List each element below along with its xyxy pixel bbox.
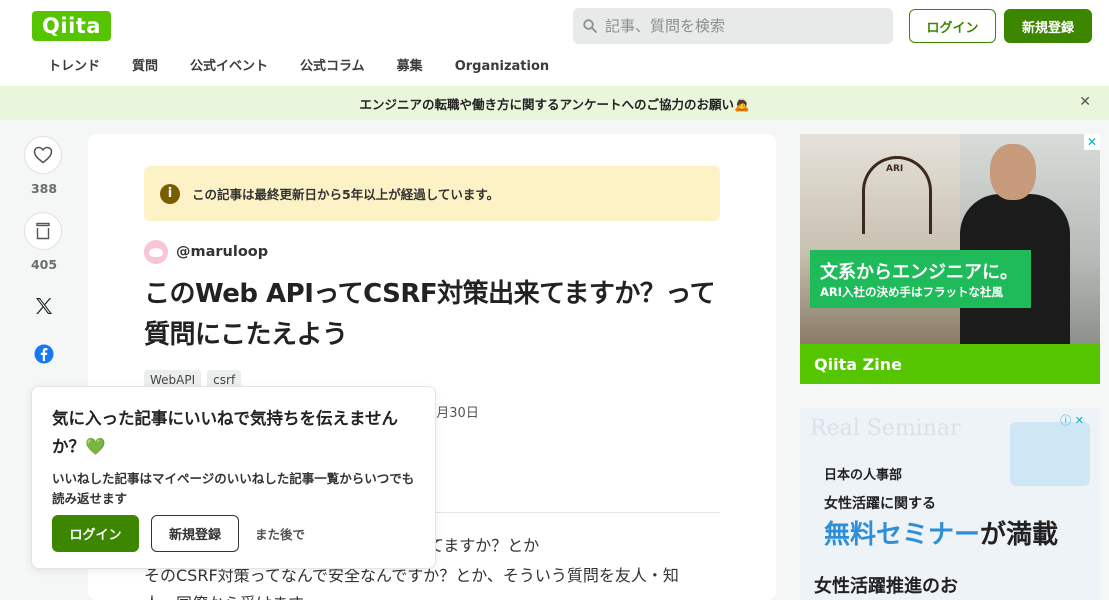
survey-banner[interactable]: エンジニアの転職や働き方に関するアンケートへのご協力のお願い🙇 ✕ — [0, 86, 1109, 120]
like-prompt-popup: 気に入った記事にいいねで気持ちを伝えませんか？💚 いいねした記事はマイページのい… — [31, 386, 436, 569]
stock-icon — [36, 222, 50, 240]
ad-subheadline: ARI入社の決め手はフラットな社風 — [820, 285, 1004, 299]
share-facebook-button[interactable] — [24, 334, 64, 374]
banner-text[interactable]: エンジニアの転職や働き方に関するアンケートへのご協力のお願い🙇 — [359, 94, 749, 113]
popup-title: 気に入った記事にいいねで気持ちを伝えませんか？💚 — [52, 409, 399, 456]
notice-text: この記事は最終更新日から5年以上が経過しています。 — [192, 187, 500, 202]
search-input[interactable] — [605, 17, 875, 35]
ad-headline: 文系からエンジニアに。 — [820, 262, 1018, 283]
article-title: このWeb APIってCSRF対策出来てますか？って質問にこたえよう — [144, 279, 716, 350]
nav-item-events[interactable]: 公式イベント — [174, 56, 284, 78]
ad-main-copy: 無料セミナーが満載 — [824, 514, 1058, 551]
stock-button[interactable] — [24, 212, 62, 250]
qiita-logo[interactable]: Qiita — [32, 11, 111, 41]
ad-info-icon[interactable]: ⓘ ✕ — [1060, 412, 1084, 428]
nav-item-questions[interactable]: 質問 — [116, 56, 174, 78]
article-actions: 388 405 — [24, 136, 64, 374]
body-text-line: てますか？とか — [428, 536, 540, 555]
info-icon: i — [160, 183, 180, 204]
popup-signup-button[interactable]: 新規登録 — [151, 515, 239, 552]
ad-headline: 女性活躍に関する — [824, 496, 936, 512]
signup-button[interactable]: 新規登録 — [1004, 9, 1092, 43]
global-nav: トレンド 質問 公式イベント 公式コラム 募集 Organization — [32, 56, 565, 78]
nav-item-organization[interactable]: Organization — [439, 56, 565, 78]
search-box[interactable] — [573, 8, 893, 44]
ad-main-copy-tail: が満載 — [980, 520, 1059, 550]
stock-count: 405 — [30, 257, 58, 272]
ad-bg-text: Real Seminar — [810, 416, 961, 441]
ad-brand: 日本の人事部 — [824, 468, 903, 483]
x-logo-icon — [36, 298, 52, 314]
popup-later-link[interactable]: また後で — [255, 524, 305, 543]
outdated-notice: i この記事は最終更新日から5年以上が経過しています。 — [144, 166, 720, 221]
login-button[interactable]: ログイン — [909, 9, 996, 43]
site-header: Qiita ログイン 新規登録 トレンド 質問 公式イベント 公式コラム 募集 … — [0, 0, 1109, 86]
ad-seminar[interactable]: Real Seminar ⓘ ✕ 日本の人事部 女性活躍に関する 無料セミナーが… — [800, 408, 1100, 600]
ad-qiita-zine[interactable]: ARI 文系からエンジニアに。 ARI入社の決め手はフラットな社風 Qiita … — [800, 134, 1100, 384]
nav-item-trend[interactable]: トレンド — [32, 56, 116, 78]
ad-sign: ARI — [886, 164, 904, 174]
heart-icon — [33, 146, 53, 164]
author[interactable]: @maruloop — [144, 240, 268, 264]
close-icon[interactable]: ✕ — [1079, 94, 1091, 110]
search-icon — [583, 19, 597, 33]
author-name[interactable]: @maruloop — [176, 244, 268, 260]
ad-subcopy: 女性活躍推進のお — [814, 576, 958, 597]
ad-close-icon[interactable]: ✕ — [1084, 134, 1100, 150]
ad-footer: Qiita Zine — [800, 344, 1100, 384]
nav-item-columns[interactable]: 公式コラム — [284, 56, 381, 78]
ad-person — [990, 144, 1036, 200]
share-x-button[interactable] — [24, 286, 64, 326]
ad-illustration — [1010, 422, 1090, 486]
ad-main-copy-accent: 無料セミナー — [824, 520, 981, 550]
nav-item-recruit[interactable]: 募集 — [381, 56, 439, 78]
like-button[interactable] — [24, 136, 62, 174]
like-count: 388 — [30, 181, 58, 196]
avatar[interactable] — [144, 240, 168, 264]
popup-login-button[interactable]: ログイン — [52, 515, 139, 552]
facebook-icon — [34, 344, 54, 364]
popup-body: いいねした記事はマイページのいいねした記事一覧からいつでも読み返せます — [52, 471, 415, 506]
ad-brand: Qiita Zine — [814, 354, 902, 374]
body-text-line: 人・同僚から受けます — [144, 590, 304, 600]
popup-actions: ログイン 新規登録 また後で — [52, 515, 305, 552]
